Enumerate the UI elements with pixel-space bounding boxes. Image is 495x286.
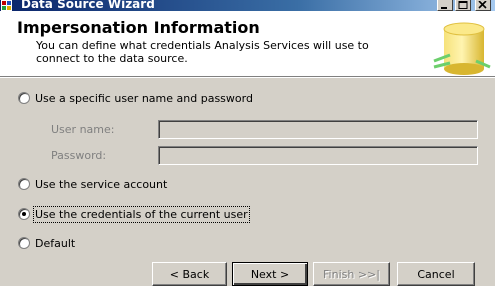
- finish-button-label: Finish >>|: [323, 267, 380, 281]
- cancel-button-label: Cancel: [417, 267, 455, 281]
- page-title: Impersonation Information: [17, 18, 260, 37]
- back-button[interactable]: < Back: [152, 262, 227, 286]
- maximize-icon: [458, 1, 468, 9]
- close-button[interactable]: [475, 0, 491, 11]
- default-label[interactable]: Default: [35, 237, 75, 250]
- next-button-label: Next >: [250, 267, 290, 281]
- wizard-header: Impersonation Information You can define…: [0, 11, 495, 78]
- specific-user-radio[interactable]: [18, 92, 30, 104]
- service-account-radio[interactable]: [18, 178, 30, 190]
- database-icon: [433, 22, 491, 75]
- username-field[interactable]: [158, 120, 478, 139]
- service-account-label[interactable]: Use the service account: [35, 178, 167, 191]
- app-icon[interactable]: [1, 0, 12, 11]
- default-radio[interactable]: [18, 237, 30, 249]
- page-subtitle: You can define what credentials Analysis…: [36, 39, 369, 65]
- finish-button[interactable]: Finish >>|: [313, 262, 390, 286]
- maximize-button[interactable]: [455, 0, 471, 11]
- minimize-icon: [441, 7, 447, 9]
- password-label: Password:: [51, 149, 107, 162]
- password-field[interactable]: [158, 146, 478, 165]
- current-user-radio[interactable]: [18, 208, 30, 220]
- current-user-label[interactable]: Use the credentials of the current user: [33, 206, 250, 223]
- next-button[interactable]: Next >: [232, 262, 308, 286]
- window-title: Data Source Wizard: [21, 0, 155, 11]
- title-bar[interactable]: Data Source Wizard: [0, 0, 495, 11]
- back-button-label: < Back: [169, 267, 210, 281]
- close-icon: [478, 1, 487, 9]
- username-label: User name:: [51, 123, 115, 136]
- specific-user-label[interactable]: Use a specific user name and password: [35, 92, 253, 105]
- minimize-button[interactable]: [437, 0, 453, 11]
- cancel-button[interactable]: Cancel: [397, 262, 475, 286]
